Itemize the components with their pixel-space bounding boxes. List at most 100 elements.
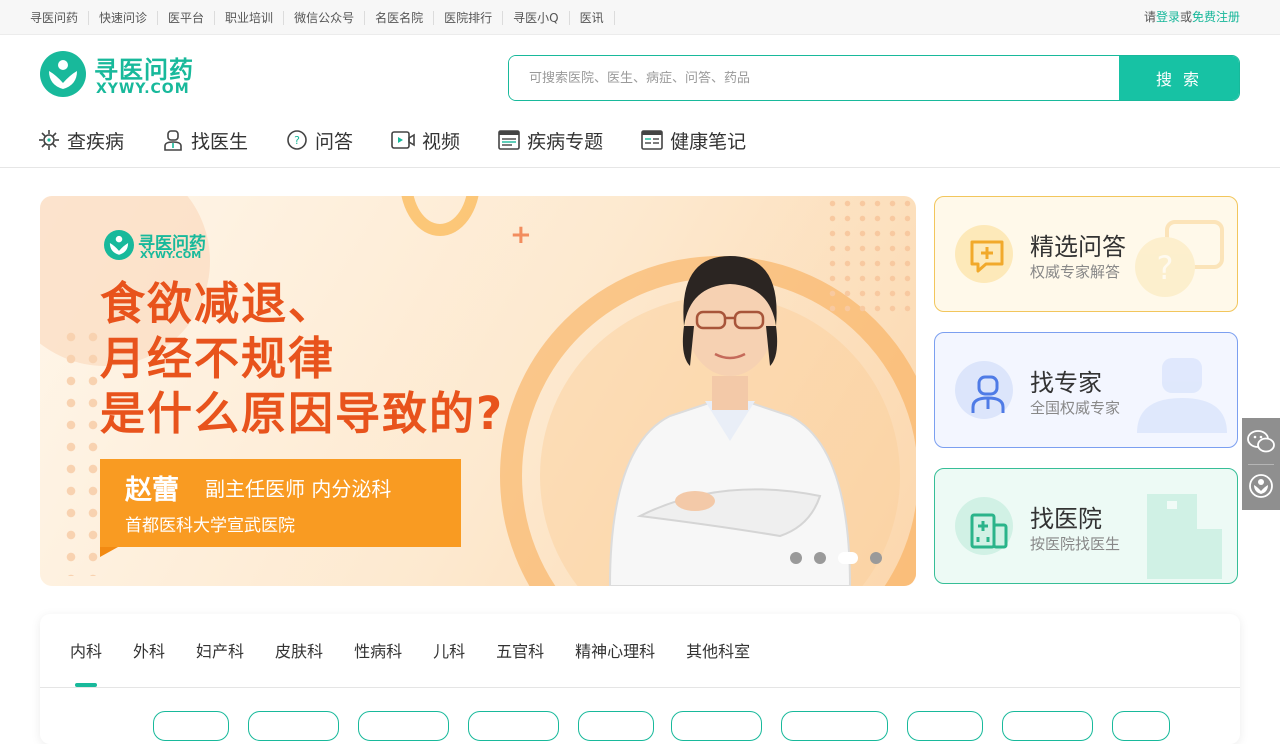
- login-or: 或: [1179, 10, 1192, 24]
- question-icon: ?: [287, 130, 307, 150]
- top-links: 寻医问药 快速问诊 医平台 职业培训 微信公众号 名医名院 医院排行 寻医小Q …: [30, 0, 615, 35]
- card-title: 找医院: [1030, 505, 1102, 533]
- question-bubble-icon: ?: [1135, 220, 1224, 297]
- department-tabs: 内科 外科 妇产科 皮肤科 性病科 儿科 五官科 精神心理科 其他科室: [70, 638, 781, 662]
- pager-dot[interactable]: [870, 552, 882, 564]
- login-area: 请登录或免费注册: [1144, 0, 1240, 35]
- top-utility-bar: 寻医问药 快速问诊 医平台 职业培训 微信公众号 名医名院 医院排行 寻医小Q …: [0, 0, 1280, 35]
- logo-mark-icon: [40, 51, 86, 97]
- hero-banner[interactable]: + 寻医问药 XYWY.COM 食欲减退、 月经不规律 是什么原因导致的? 赵蕾…: [40, 196, 916, 586]
- svg-text:?: ?: [1157, 249, 1174, 287]
- doctor-icon: [971, 375, 1005, 413]
- dept-tab-std[interactable]: 性病科: [354, 638, 402, 662]
- card-subtitle: 按医院找医生: [1030, 535, 1121, 553]
- login-link[interactable]: 登录: [1156, 10, 1180, 24]
- card-subtitle: 全国权威专家: [1030, 399, 1121, 417]
- dept-tab-surgery[interactable]: 外科: [133, 638, 165, 662]
- card-title: 精选问答: [1030, 233, 1126, 261]
- nav-item-topics[interactable]: 疾病专题: [498, 127, 603, 154]
- banner-logo: 寻医问药 XYWY.COM: [104, 230, 206, 264]
- site-logo[interactable]: 寻医问药 XYWY.COM: [40, 50, 210, 100]
- top-link-news[interactable]: 医讯: [570, 10, 615, 25]
- dept-tab-psychiatry[interactable]: 精神心理科: [575, 638, 655, 662]
- department-panel: 内科 外科 妇产科 皮肤科 性病科 儿科 五官科 精神心理科 其他科室: [40, 614, 1240, 744]
- virus-icon: [39, 130, 59, 150]
- search-button[interactable]: 搜 索: [1119, 56, 1239, 100]
- dept-tab-other[interactable]: 其他科室: [686, 638, 750, 662]
- top-link-wechat[interactable]: 微信公众号: [284, 10, 366, 25]
- nav-item-diseases[interactable]: 查疾病: [38, 127, 124, 154]
- card-subtitle: 权威专家解答: [1030, 263, 1121, 281]
- dept-tab-dermatology[interactable]: 皮肤科: [275, 638, 323, 662]
- sub-department-chip[interactable]: [907, 711, 983, 741]
- nav-item-qa[interactable]: ? 问答: [286, 127, 353, 154]
- hospital-building-icon: [1147, 494, 1222, 579]
- sub-department-chip[interactable]: [153, 711, 229, 741]
- app-icon[interactable]: [1242, 464, 1280, 510]
- nav-label: 问答: [315, 130, 354, 153]
- header-divider: [0, 167, 1280, 168]
- note-icon: [641, 130, 663, 150]
- logo-text: 寻医问药: [94, 56, 194, 84]
- top-link-famous-doctors[interactable]: 名医名院: [365, 10, 435, 25]
- banner-pager: [790, 552, 894, 564]
- top-link-medical-platform[interactable]: 医平台: [158, 10, 216, 25]
- logo-domain: XYWY.COM: [96, 81, 190, 97]
- sub-department-chip[interactable]: [1112, 711, 1170, 741]
- pager-dot[interactable]: [790, 552, 802, 564]
- banner-headline: 食欲减退、 月经不规律 是什么原因导致的?: [100, 276, 504, 441]
- doctor-icon: [164, 130, 182, 151]
- nav-item-doctors[interactable]: 找医生: [162, 127, 248, 154]
- tabs-divider: [40, 687, 1240, 688]
- dept-tab-obgyn[interactable]: 妇产科: [196, 638, 244, 662]
- register-link[interactable]: 免费注册: [1192, 10, 1240, 24]
- plus-icon: +: [510, 220, 532, 250]
- banner-logo-domain: XYWY.COM: [140, 250, 202, 261]
- sub-department-chip[interactable]: [248, 711, 339, 741]
- dept-tab-pediatrics[interactable]: 儿科: [433, 638, 465, 662]
- doctor-portrait: [608, 256, 852, 586]
- nav-label: 查疾病: [67, 130, 125, 153]
- doctor-hospital: 首都医科大学宣武医院: [125, 516, 295, 536]
- banner-decor-dots-left: [60, 326, 100, 576]
- card-featured-qa[interactable]: ? 精选问答 权威专家解答: [934, 196, 1238, 312]
- nav-label: 疾病专题: [527, 130, 604, 153]
- doctor-info-box: 赵蕾 副主任医师 内分泌科 首都医科大学宣武医院: [100, 459, 461, 557]
- sub-department-chip[interactable]: [781, 711, 888, 741]
- dept-tab-internal[interactable]: 内科: [70, 638, 102, 662]
- headline-line-3: 是什么原因导致的?: [100, 387, 505, 440]
- sub-department-chip[interactable]: [468, 711, 559, 741]
- video-icon: [391, 131, 415, 149]
- card-title: 找专家: [1030, 369, 1102, 397]
- sub-department-chip[interactable]: [1002, 711, 1093, 741]
- nav-label: 找医生: [191, 130, 249, 153]
- nav-label: 健康笔记: [670, 130, 747, 153]
- sub-department-chip[interactable]: [671, 711, 762, 741]
- card-find-expert[interactable]: 找专家 全国权威专家: [934, 332, 1238, 448]
- main-nav: 查疾病 找医生 ? 问答 视频 疾病专题 健康笔记: [38, 120, 784, 160]
- side-float-toolbar: [1242, 418, 1280, 510]
- top-link-xywy[interactable]: 寻医问药: [30, 10, 90, 25]
- doctor-title: 副主任医师 内分泌科: [205, 477, 392, 501]
- pager-dot-active[interactable]: [838, 552, 858, 564]
- headline-line-2: 月经不规律: [100, 332, 336, 385]
- top-link-training[interactable]: 职业培训: [215, 10, 285, 25]
- doctor-name: 赵蕾: [125, 475, 179, 506]
- nav-label: 视频: [422, 130, 461, 153]
- top-link-hospital-rank[interactable]: 医院排行: [434, 10, 504, 25]
- top-link-xiaoq[interactable]: 寻医小Q: [503, 10, 570, 25]
- sub-department-chip[interactable]: [358, 711, 449, 741]
- chat-plus-icon: [970, 240, 1004, 273]
- dept-tab-ent[interactable]: 五官科: [496, 638, 544, 662]
- nav-item-notes[interactable]: 健康笔记: [641, 127, 746, 154]
- sub-department-chip[interactable]: [578, 711, 654, 741]
- search-input[interactable]: [509, 56, 1120, 100]
- top-link-quick-consult[interactable]: 快速问诊: [89, 10, 159, 25]
- login-prefix: 请: [1143, 10, 1156, 24]
- card-find-hospital[interactable]: 找医院 按医院找医生: [934, 468, 1238, 584]
- hospital-icon: [970, 513, 1008, 549]
- nav-item-video[interactable]: 视频: [391, 127, 460, 154]
- pager-dot[interactable]: [814, 552, 826, 564]
- doctor-silhouette-icon: [1137, 358, 1227, 433]
- wechat-icon[interactable]: [1242, 418, 1280, 464]
